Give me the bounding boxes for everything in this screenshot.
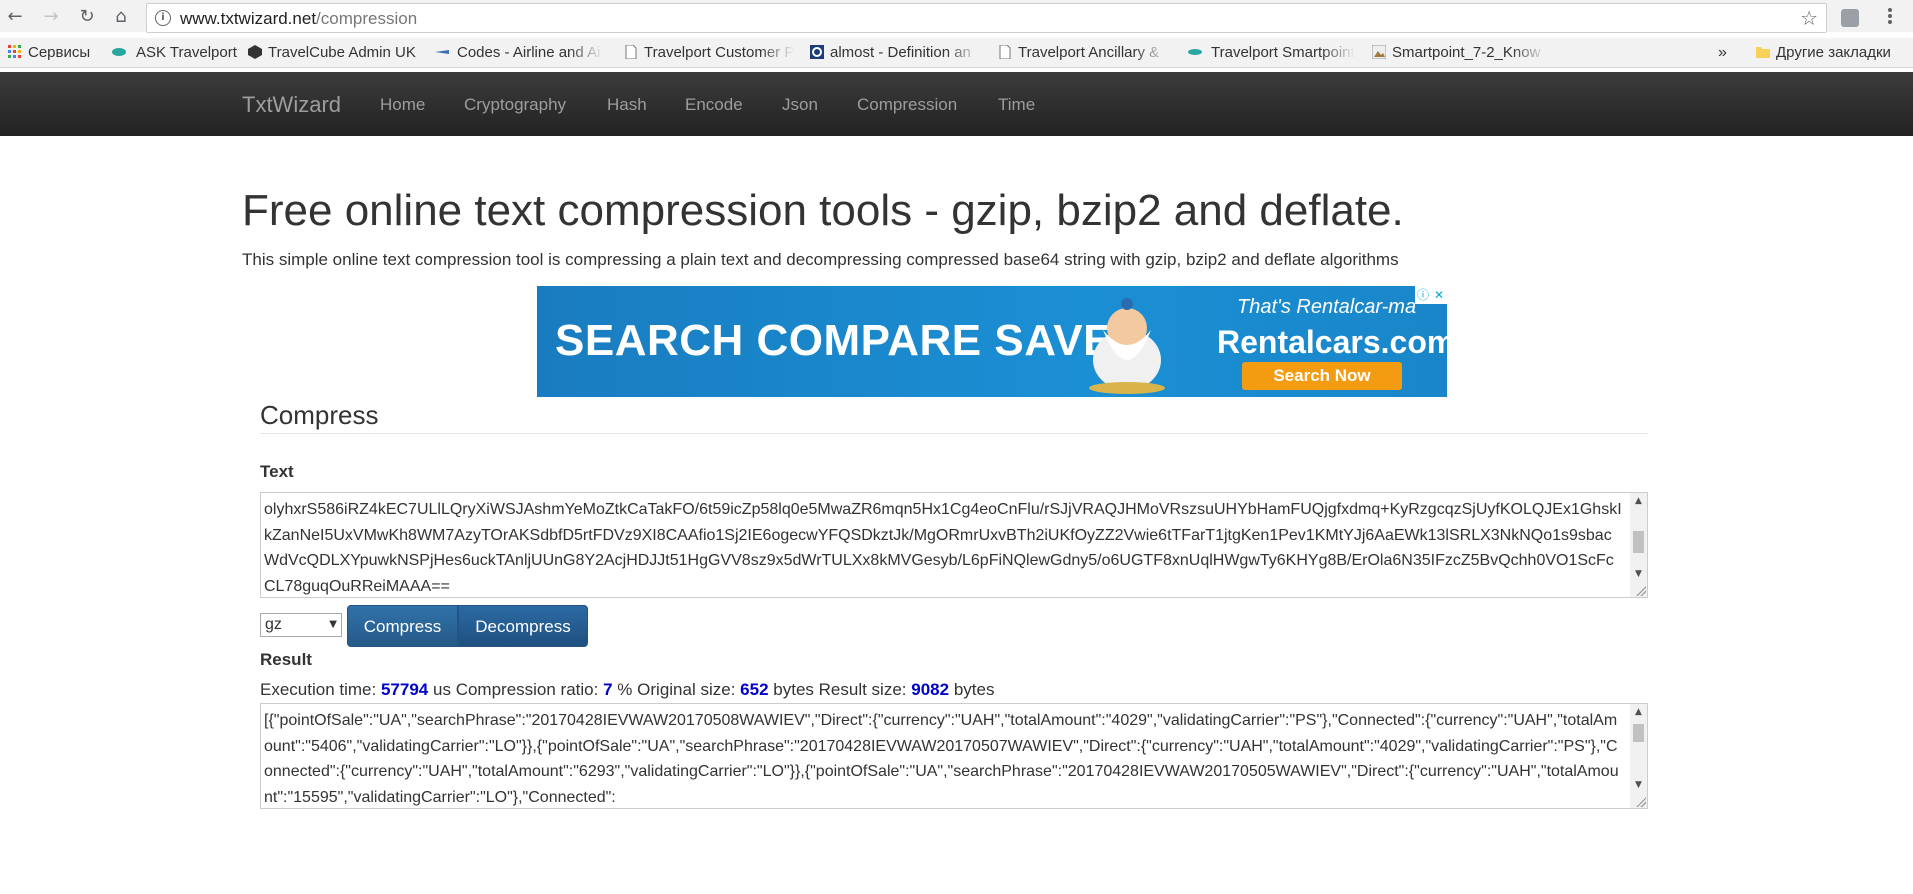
result-output-value[interactable]: [{"pointOfSale":"UA","searchPhrase":"201… [264, 708, 1626, 808]
bookmark-label: Codes - Airline and Ai [457, 44, 601, 61]
format-select-value: gz [265, 616, 282, 633]
other-bookmarks-folder[interactable]: Другие закладки [1756, 44, 1891, 61]
compress-button[interactable]: Compress [347, 605, 458, 647]
travelport-logo-icon [112, 48, 126, 56]
resize-handle[interactable] [1636, 797, 1646, 807]
bookmark-label: Smartpoint_7-2_Know [1392, 44, 1541, 61]
bookmark-label: TravelCube Admin UK [268, 44, 416, 61]
bookmark-label: Travelport Smartpoint [1211, 44, 1355, 61]
nav-cryptography[interactable]: Cryptography [464, 95, 566, 115]
info-icon[interactable]: i [155, 10, 171, 26]
bookmark-label: almost - Definition an [830, 44, 971, 61]
text-input-value[interactable]: olyhxrS586iRZ4kEC7ULlLQryXiWSJAshmYeMoZt… [264, 497, 1622, 597]
text-label: Text [260, 462, 294, 481]
result-output-scrollbar[interactable]: ▲ ▼ [1630, 704, 1647, 808]
travelport-logo-icon [1188, 49, 1202, 55]
bookmark-label: ASK Travelport [136, 44, 237, 61]
bookmark-almost[interactable]: almost - Definition an [810, 44, 980, 61]
ad-brand: Rentalcars.com [1217, 324, 1447, 360]
adchoices-icon[interactable]: ⓘ [1416, 288, 1430, 302]
address-bar[interactable]: i www.txtwizard.net/compression ☆ [146, 3, 1827, 33]
bookmark-label: Другие закладки [1776, 44, 1891, 61]
text-input-scrollbar[interactable]: ▲ ▼ [1630, 493, 1647, 597]
page-description: This simple online text compression tool… [242, 250, 1399, 269]
forward-arrow-icon[interactable]: → [40, 6, 62, 28]
bookmark-customer[interactable]: Travelport Customer P [624, 44, 794, 61]
page-title: Free online text compression tools - gzi… [242, 186, 1404, 235]
nav-home[interactable]: Home [380, 95, 425, 115]
bookmark-travelcube[interactable]: TravelCube Admin UK [248, 44, 416, 61]
bookmark-codes[interactable]: Codes - Airline and Ai [433, 44, 603, 61]
cube-icon [248, 45, 262, 59]
section-title: Compress [260, 400, 379, 430]
scroll-down-icon[interactable]: ▼ [1630, 777, 1647, 794]
ad-banner[interactable]: SEARCH COMPARE SAVE That's Rentalcar-ma … [537, 286, 1447, 397]
ad-search-now-button[interactable]: Search Now [1242, 362, 1402, 390]
dropdown-arrow-icon: ▼ [329, 619, 337, 630]
scroll-down-icon[interactable]: ▼ [1630, 566, 1647, 583]
url-text[interactable]: www.txtwizard.net/compression [180, 9, 417, 29]
text-input[interactable]: olyhxrS586iRZ4kEC7ULlLQryXiWSJAshmYeMoZt… [260, 492, 1648, 598]
resize-handle[interactable] [1636, 586, 1646, 596]
ad-headline: SEARCH COMPARE SAVE [555, 316, 1113, 365]
format-select[interactable]: gz ▼ [260, 613, 342, 637]
original-size-value: 652 [740, 680, 769, 699]
scroll-up-icon[interactable]: ▲ [1630, 493, 1647, 510]
ratio-label: Compression ratio: [455, 680, 599, 699]
bookmark-smartpoint-know[interactable]: Smartpoint_7-2_Know [1372, 44, 1547, 61]
result-size-value: 9082 [911, 680, 950, 699]
bookmark-ask-travelport[interactable]: ASK Travelport [108, 44, 237, 61]
bookmark-smartpoint[interactable]: Travelport Smartpoint [1185, 44, 1355, 61]
scroll-thumb[interactable] [1633, 531, 1644, 553]
exec-time-value: 57794 [380, 680, 429, 699]
home-icon[interactable]: ⌂ [110, 6, 132, 28]
ad-mascot-image [1089, 298, 1165, 394]
original-size-label: Original size: [637, 680, 736, 699]
nav-encode[interactable]: Encode [685, 95, 743, 115]
divider [260, 433, 1648, 434]
bookmark-label: Travelport Customer P [644, 44, 794, 61]
bookmark-label: Сервисы [28, 44, 91, 61]
page-icon [999, 45, 1011, 59]
bookmark-services[interactable]: Сервисы [8, 44, 90, 61]
scroll-up-icon[interactable]: ▲ [1630, 704, 1647, 721]
ratio-value: 7 [603, 680, 613, 699]
bookmarks-overflow-button[interactable]: » [1718, 44, 1727, 62]
ad-choices[interactable]: ⓘ ✕ [1415, 286, 1447, 304]
result-stats: Execution time: 57794 us Compression rat… [260, 680, 994, 700]
site-brand[interactable]: TxtWizard [242, 92, 341, 118]
menu-icon[interactable] [1880, 6, 1900, 28]
scroll-thumb[interactable] [1633, 724, 1644, 742]
result-size-unit: bytes [953, 680, 995, 699]
page-icon [625, 45, 637, 59]
extension-icon[interactable] [1841, 9, 1859, 27]
reload-icon[interactable]: ↻ [76, 6, 98, 28]
bookmark-ancillary[interactable]: Travelport Ancillary & [998, 44, 1168, 61]
nav-compression[interactable]: Compression [857, 95, 957, 115]
image-file-icon [1372, 45, 1386, 59]
nav-json[interactable]: Json [782, 95, 818, 115]
site-navbar: TxtWizard Home Cryptography Hash Encode … [0, 72, 1913, 136]
bookmark-star-icon[interactable]: ☆ [1800, 6, 1818, 30]
bookmark-label: Travelport Ancillary & [1018, 44, 1160, 61]
nav-time[interactable]: Time [998, 95, 1035, 115]
ad-tagline: That's Rentalcar-ma [1237, 296, 1417, 318]
folder-icon [1756, 47, 1770, 58]
result-size-label: Result size: [818, 680, 907, 699]
close-icon[interactable]: ✕ [1432, 288, 1446, 302]
ratio-unit: % [617, 680, 633, 699]
dictionary-icon [810, 45, 824, 59]
back-arrow-icon[interactable]: ← [4, 6, 26, 28]
original-size-unit: bytes [773, 680, 814, 699]
decompress-button[interactable]: Decompress [458, 605, 588, 647]
exec-time-label: Execution time: [260, 680, 377, 699]
plane-icon [435, 50, 449, 54]
result-label: Result [260, 650, 312, 669]
browser-toolbar: ← → ↻ ⌂ i www.txtwizard.net/compression … [0, 0, 1913, 33]
result-output[interactable]: [{"pointOfSale":"UA","searchPhrase":"201… [260, 703, 1648, 809]
exec-time-unit: us [432, 680, 451, 699]
bookmarks-bar: Сервисы ASK Travelport TravelCube Admin … [0, 38, 1913, 68]
nav-hash[interactable]: Hash [607, 95, 647, 115]
apps-grid-icon [8, 45, 21, 58]
